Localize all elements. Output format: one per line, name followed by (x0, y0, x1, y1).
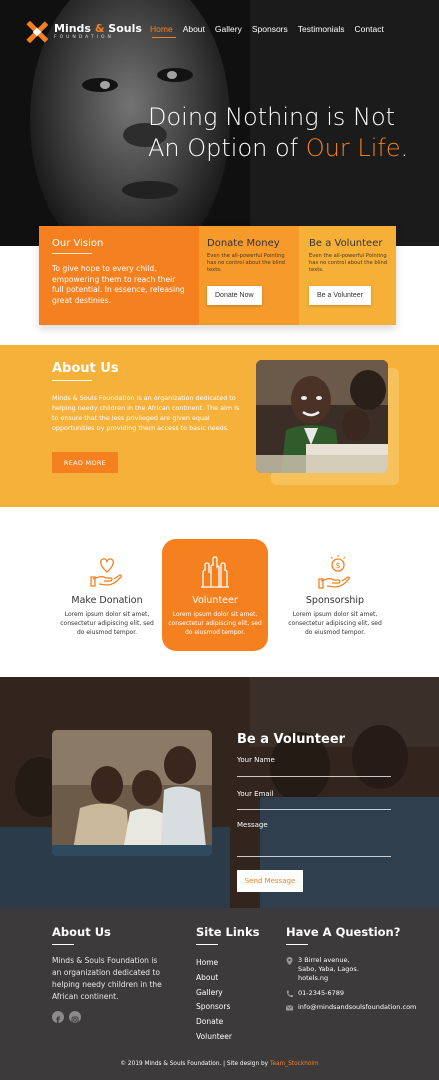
donate-text: Even the all-powerful Pointing has no co… (207, 253, 286, 273)
service-text: Lorem ipsum dolor sit amet, consectetur … (288, 611, 382, 636)
feature-cards: Our Vision To give hope to every child, … (39, 226, 396, 325)
footer-phone: 01-2345-6789 (286, 989, 344, 998)
about-classroom-photo (256, 360, 388, 473)
volunteer-section: Be a Volunteer Your Name Your Email Mess… (0, 677, 439, 908)
service-title: Sponsorship (305, 595, 365, 606)
volunteer-card-text: Even the all-powerful Pointing has no co… (309, 253, 388, 273)
footer-email: info@mindsandsoulsfoundation.com (286, 1003, 416, 1012)
service-make-donation[interactable]: Make Donation Lorem ipsum dolor sit amet… (54, 539, 160, 651)
be-a-volunteer-button[interactable]: Be a Volunteer (309, 286, 371, 305)
heart-hand-icon (90, 558, 122, 587)
donate-title: Donate Money (207, 238, 280, 249)
hero-section: Minds & Souls FOUNDATION Home About Gall… (0, 0, 439, 246)
footer-about-title: About Us (52, 925, 111, 939)
footer-link-sponsors[interactable]: Sponsors (196, 1000, 232, 1015)
instagram-icon[interactable] (69, 1011, 81, 1024)
logo-subtitle: FOUNDATION (54, 35, 114, 40)
phone-number[interactable]: 01-2345-6789 (298, 989, 344, 998)
footer-links-title: Site Links (196, 925, 260, 939)
nav-sponsors[interactable]: Sponsors (252, 24, 288, 34)
email-field-label: Your Email (237, 790, 274, 798)
footer-contact-underline (286, 944, 308, 945)
map-pin-icon (286, 957, 293, 965)
footer-link-gallery[interactable]: Gallery (196, 986, 232, 1001)
service-text: Lorem ipsum dolor sit amet, consectetur … (60, 611, 154, 636)
about-text: Minds & Souls Foundation is an organizat… (52, 394, 240, 432)
nav-home[interactable]: Home (150, 24, 173, 34)
vision-text: To give hope to every child, empowering … (52, 264, 185, 305)
design-credit-link[interactable]: Team_Stockholm (270, 1061, 319, 1067)
raised-hands-icon (201, 556, 229, 588)
footer-about-text: Minds & Souls Foundation is an organizat… (52, 956, 162, 1001)
volunteer-card-title: Be a Volunteer (309, 238, 383, 249)
hero-headline: Doing Nothing is Not An Option of Our Li… (148, 103, 409, 162)
svg-text:$: $ (335, 561, 340, 570)
copyright: © 2019 Minds & Souls Foundation. | Site … (0, 1061, 439, 1067)
name-field[interactable] (237, 776, 391, 777)
footer-link-about[interactable]: About (196, 971, 232, 986)
volunteer-children-photo (52, 730, 212, 856)
donate-card: Donate Money Even the all-powerful Point… (199, 226, 299, 325)
vision-card: Our Vision To give hope to every child, … (39, 226, 199, 325)
email-address[interactable]: info@mindsandsoulsfoundation.com (298, 1003, 416, 1012)
svg-text:f: f (56, 1017, 60, 1027)
footer-links: Home About Gallery Sponsors Donate Volun… (196, 956, 232, 1045)
vision-title-underline (52, 253, 92, 254)
address-line-1: 3 Birrel avenue, (298, 956, 350, 964)
message-field-label: Message (237, 821, 268, 829)
phone-icon (286, 990, 293, 998)
logo-cross-icon (26, 20, 49, 44)
nav-about[interactable]: About (183, 24, 205, 34)
nav-gallery[interactable]: Gallery (215, 24, 242, 34)
footer-link-volunteer[interactable]: Volunteer (196, 1030, 232, 1045)
nav-contact[interactable]: Contact (355, 24, 384, 34)
volunteer-form-title: Be a Volunteer (237, 732, 346, 747)
address-line-3: hotels.ng (298, 974, 329, 982)
services-section: Make Donation Lorem ipsum dolor sit amet… (0, 507, 439, 677)
facebook-icon[interactable]: f (52, 1011, 64, 1027)
send-message-button[interactable]: Send Message (237, 870, 303, 892)
service-text: Lorem ipsum dolor sit amet, consectetur … (168, 611, 262, 636)
site-footer: About Us Minds & Souls Foundation is an … (0, 908, 439, 1080)
footer-contact-title: Have A Question? (286, 925, 401, 939)
about-title: About Us (52, 361, 119, 376)
vision-title: Our Vision (52, 238, 104, 249)
nav-active-underline (152, 37, 176, 38)
service-title: Volunteer (192, 595, 238, 606)
nav-testimonials[interactable]: Testimonials (298, 24, 345, 34)
footer-links-underline (196, 944, 218, 945)
copyright-text: © 2019 Minds & Souls Foundation. | Site … (120, 1061, 270, 1067)
about-title-underline (52, 380, 92, 381)
footer-link-home[interactable]: Home (196, 956, 232, 971)
name-field-label: Your Name (237, 756, 275, 764)
message-field[interactable] (237, 856, 391, 857)
service-volunteer[interactable]: Volunteer Lorem ipsum dolor sit amet, co… (162, 539, 268, 651)
money-hand-icon: $ (318, 555, 350, 589)
logo-name: Minds & Souls (54, 22, 142, 35)
volunteer-card: Be a Volunteer Even the all-powerful Poi… (299, 226, 396, 325)
logo-text: Minds & Souls FOUNDATION (54, 23, 142, 41)
about-section: About Us Minds & Souls Foundation is an … (0, 345, 439, 507)
main-nav: Home About Gallery Sponsors Testimonials… (150, 24, 394, 34)
service-title: Make Donation (71, 595, 143, 606)
footer-about-underline (52, 944, 74, 945)
site-logo[interactable]: Minds & Souls FOUNDATION (26, 20, 142, 44)
footer-link-donate[interactable]: Donate (196, 1015, 232, 1030)
donate-now-button[interactable]: Donate Now (207, 286, 262, 305)
footer-address: 3 Birrel avenue, Sabo, Yaba, Lagos. hote… (286, 956, 359, 983)
envelope-icon (286, 1005, 293, 1011)
address-line-2: Sabo, Yaba, Lagos. (298, 965, 359, 973)
read-more-button[interactable]: READ MORE (52, 452, 118, 473)
service-sponsorship[interactable]: $ Sponsorship Lorem ipsum dolor sit amet… (282, 539, 388, 651)
email-field[interactable] (237, 809, 391, 810)
